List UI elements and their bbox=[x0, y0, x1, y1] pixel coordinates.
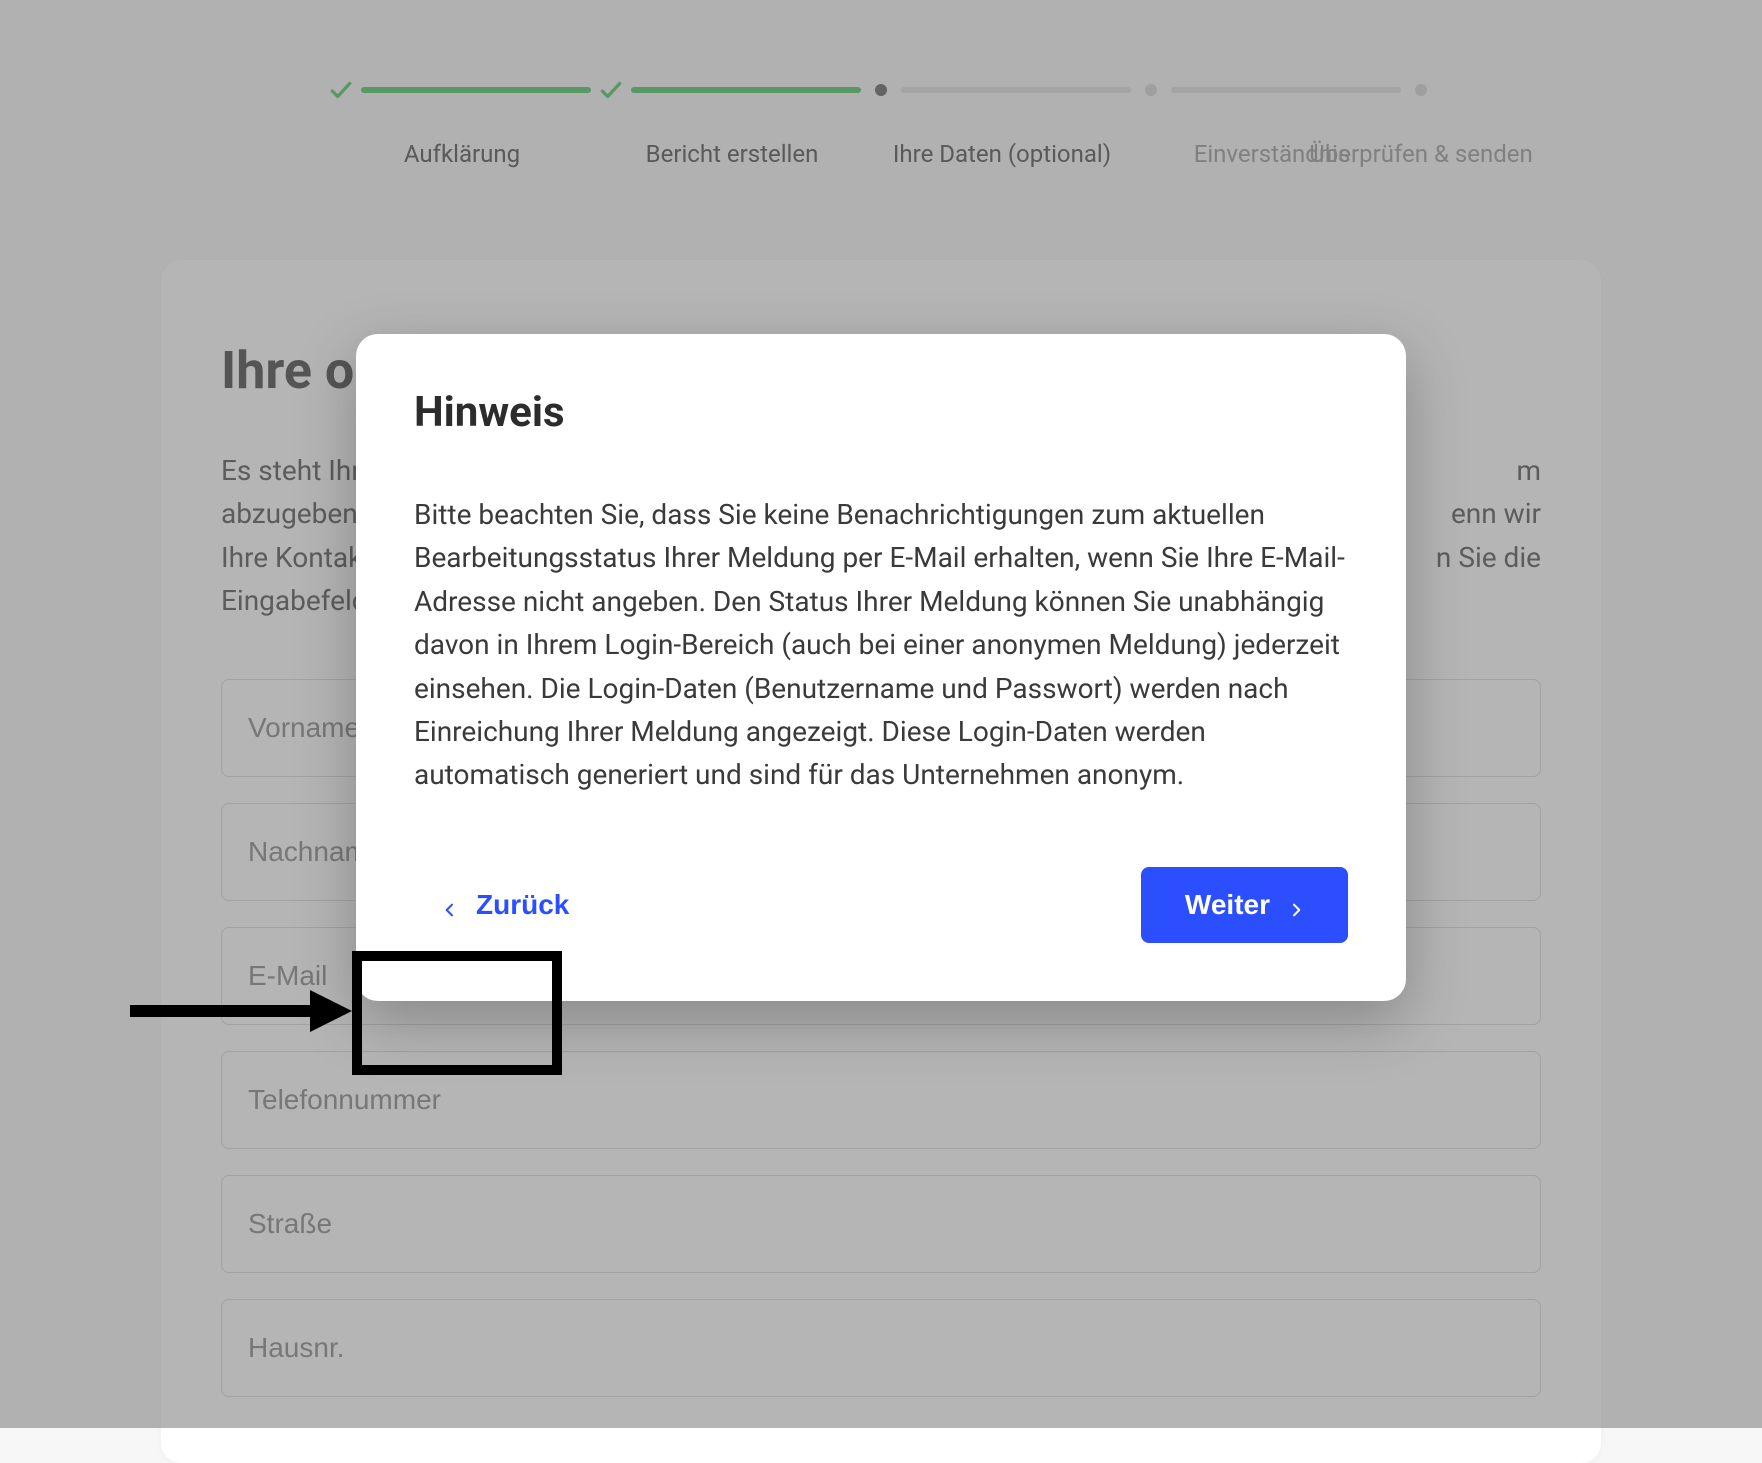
chevron-right-icon bbox=[1288, 897, 1304, 913]
chevron-left-icon bbox=[442, 897, 458, 913]
back-button-label: Zurück bbox=[476, 889, 569, 921]
modal-title: Hinweis bbox=[414, 388, 1348, 437]
back-button[interactable]: Zurück bbox=[414, 867, 597, 943]
next-button-label: Weiter bbox=[1185, 889, 1270, 921]
modal-actions: Zurück Weiter bbox=[414, 867, 1348, 943]
page-root: Aufklärung Bericht erstellen Ihre Daten … bbox=[0, 0, 1762, 1428]
modal-body: Bitte beachten Sie, dass Sie keine Benac… bbox=[414, 493, 1348, 797]
modal-overlay: Hinweis Bitte beachten Sie, dass Sie kei… bbox=[0, 0, 1762, 1428]
next-button[interactable]: Weiter bbox=[1141, 867, 1348, 943]
notice-modal: Hinweis Bitte beachten Sie, dass Sie kei… bbox=[356, 334, 1406, 1001]
